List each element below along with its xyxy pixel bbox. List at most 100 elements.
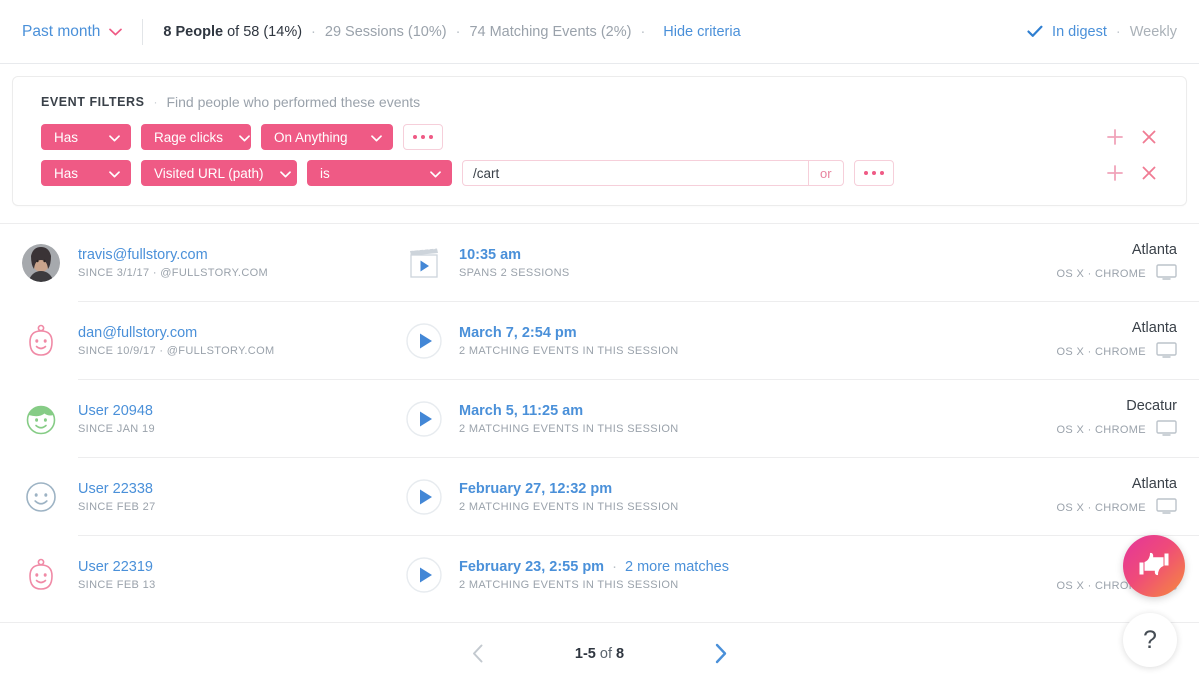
result-row[interactable]: User 22338 SINCE FEB 27 February 27, 12:… bbox=[0, 458, 1199, 536]
session-time: 10:35 am bbox=[459, 247, 522, 263]
desktop-monitor-icon bbox=[1156, 341, 1177, 363]
location-info: Atlanta OS X · CHROME bbox=[1057, 242, 1178, 285]
pagination-label: 1-5 of 8 bbox=[575, 646, 624, 662]
filter-event-type-label: Visited URL (path) bbox=[154, 165, 264, 181]
chevron-left-icon[interactable] bbox=[465, 641, 491, 667]
feedback-button[interactable] bbox=[1123, 535, 1185, 597]
filter-value-input[interactable] bbox=[463, 161, 808, 185]
session-info: March 7, 2:54 pm 2 MATCHING EVENTS IN TH… bbox=[404, 321, 679, 361]
device-info: OS X · CHROME bbox=[1057, 419, 1178, 441]
result-row[interactable]: User 22319 SINCE FEB 13 February 23, 2:5… bbox=[0, 536, 1199, 614]
pagination-range: 1-5 bbox=[574, 645, 596, 662]
person-name[interactable]: User 22338 bbox=[78, 481, 368, 497]
play-circle-icon[interactable] bbox=[404, 321, 444, 361]
clapperboard-play-icon[interactable] bbox=[404, 243, 444, 283]
session-title[interactable]: 10:35 am bbox=[459, 247, 570, 263]
person-name[interactable]: User 22319 bbox=[78, 559, 368, 575]
session-title[interactable]: March 5, 11:25 am bbox=[459, 403, 679, 419]
date-range-label: Past month bbox=[22, 22, 101, 40]
summary-separator-1: · bbox=[311, 23, 316, 40]
person-info: User 22319 SINCE FEB 13 bbox=[78, 559, 368, 591]
person-name[interactable]: User 20948 bbox=[78, 403, 368, 419]
session-title[interactable]: March 7, 2:54 pm bbox=[459, 325, 679, 341]
result-summary: 8 People of 58 (14%) · 29 Sessions (10%)… bbox=[163, 24, 740, 40]
header-divider bbox=[142, 18, 144, 45]
play-circle-icon[interactable] bbox=[404, 477, 444, 517]
avatar[interactable] bbox=[22, 322, 60, 360]
date-range-selector[interactable]: Past month bbox=[22, 23, 142, 41]
result-row[interactable]: User 20948 SINCE JAN 19 March 5, 11:25 a… bbox=[0, 380, 1199, 458]
session-text: February 23, 2:55 pm · 2 more matches 2 … bbox=[459, 559, 729, 591]
chevron-down-icon bbox=[109, 166, 120, 181]
play-circle-icon[interactable] bbox=[404, 399, 444, 439]
filter-operator-dropdown[interactable]: Has bbox=[41, 124, 131, 150]
session-time: February 27, 12:32 pm bbox=[459, 481, 613, 497]
device-info: OS X · CHROME bbox=[1057, 497, 1178, 519]
chevron-right-icon[interactable] bbox=[708, 641, 734, 667]
filters-separator: · bbox=[153, 95, 158, 109]
chevron-down-icon bbox=[371, 130, 382, 145]
person-name[interactable]: dan@fullstory.com bbox=[78, 325, 368, 341]
session-info: February 23, 2:55 pm · 2 more matches 2 … bbox=[404, 555, 729, 595]
pagination-bar: 1-5 of 8 bbox=[0, 622, 1199, 684]
ellipsis-dot-icon bbox=[429, 135, 433, 139]
digest-frequency[interactable]: Weekly bbox=[1130, 24, 1177, 40]
session-title[interactable]: February 23, 2:55 pm · 2 more matches bbox=[459, 559, 729, 575]
session-time: March 5, 11:25 am bbox=[459, 403, 584, 419]
sessions-count: 29 Sessions (10%) bbox=[324, 23, 447, 40]
avatar[interactable] bbox=[22, 400, 60, 438]
top-bar: Past month 8 People of 58 (14%) · 29 Ses… bbox=[0, 0, 1199, 64]
play-circle-icon[interactable] bbox=[404, 555, 444, 595]
session-text: March 7, 2:54 pm 2 MATCHING EVENTS IN TH… bbox=[459, 325, 679, 357]
people-count: 8 People bbox=[163, 23, 224, 40]
chevron-down-icon bbox=[109, 130, 120, 145]
result-row[interactable]: travis@fullstory.com SINCE 3/1/17 · @FUL… bbox=[0, 224, 1199, 302]
digest-controls: In digest · Weekly bbox=[1027, 24, 1177, 40]
location-info: Atlanta OS X · CHROME bbox=[1057, 476, 1178, 519]
desktop-monitor-icon bbox=[1156, 497, 1177, 519]
filter-operator-dropdown[interactable]: Has bbox=[41, 160, 131, 186]
session-info: February 27, 12:32 pm 2 MATCHING EVENTS … bbox=[404, 477, 679, 517]
or-button[interactable]: or bbox=[808, 161, 843, 185]
device-info: OS X · CHROME bbox=[1056, 263, 1178, 285]
avatar[interactable] bbox=[22, 478, 60, 516]
add-filter-icon[interactable] bbox=[1106, 164, 1124, 182]
os-browser-label: OS X · CHROME bbox=[1056, 268, 1146, 280]
help-button[interactable]: ? bbox=[1123, 613, 1177, 667]
filter-target-dropdown[interactable]: On Anything bbox=[261, 124, 393, 150]
filter-row: Has Rage clicks On Anything bbox=[41, 124, 1166, 150]
event-filters-card: EVENT FILTERS · Find people who performe… bbox=[12, 76, 1187, 206]
filter-more-options-button[interactable] bbox=[403, 124, 443, 150]
add-filter-icon[interactable] bbox=[1106, 128, 1124, 146]
filter-comparator-dropdown[interactable]: is bbox=[307, 160, 452, 186]
person-meta: SINCE JAN 19 bbox=[78, 423, 155, 435]
filter-panel-wrapper: EVENT FILTERS · Find people who performe… bbox=[0, 64, 1199, 206]
location-info: Decatur OS X · CHROME bbox=[1057, 398, 1178, 441]
filter-row-actions bbox=[1106, 128, 1166, 146]
avatar[interactable] bbox=[22, 556, 60, 594]
remove-filter-icon[interactable] bbox=[1140, 164, 1158, 182]
filter-more-options-button[interactable] bbox=[853, 160, 894, 186]
event-filters-subtitle: Find people who performed these events bbox=[166, 94, 421, 110]
chevron-down-icon bbox=[239, 130, 250, 145]
in-digest-link[interactable]: In digest bbox=[1052, 24, 1107, 40]
filter-value-group: or bbox=[462, 160, 844, 186]
filter-comparator-label: is bbox=[320, 165, 330, 181]
avatar[interactable] bbox=[22, 244, 60, 282]
more-matches-link[interactable]: 2 more matches bbox=[625, 559, 729, 575]
hide-criteria-link[interactable]: Hide criteria bbox=[663, 24, 740, 40]
person-name[interactable]: travis@fullstory.com bbox=[78, 247, 368, 263]
filter-row-actions bbox=[1106, 164, 1166, 182]
filter-event-type-dropdown[interactable]: Rage clicks bbox=[141, 124, 251, 150]
filter-event-type-dropdown[interactable]: Visited URL (path) bbox=[141, 160, 297, 186]
filter-row: Has Visited URL (path) is /cart or bbox=[41, 160, 1166, 186]
os-browser-label: OS X · CHROME bbox=[1056, 346, 1146, 358]
result-row[interactable]: dan@fullstory.com SINCE 10/9/17 · @FULLS… bbox=[0, 302, 1199, 380]
person-info: User 20948 SINCE JAN 19 bbox=[78, 403, 368, 435]
person-meta: SINCE FEB 27 bbox=[78, 501, 156, 513]
session-info: March 5, 11:25 am 2 MATCHING EVENTS IN T… bbox=[404, 399, 679, 439]
person-info: dan@fullstory.com SINCE 10/9/17 · @FULLS… bbox=[78, 325, 368, 357]
check-icon bbox=[1027, 25, 1043, 38]
remove-filter-icon[interactable] bbox=[1140, 128, 1158, 146]
session-title[interactable]: February 27, 12:32 pm bbox=[459, 481, 679, 497]
